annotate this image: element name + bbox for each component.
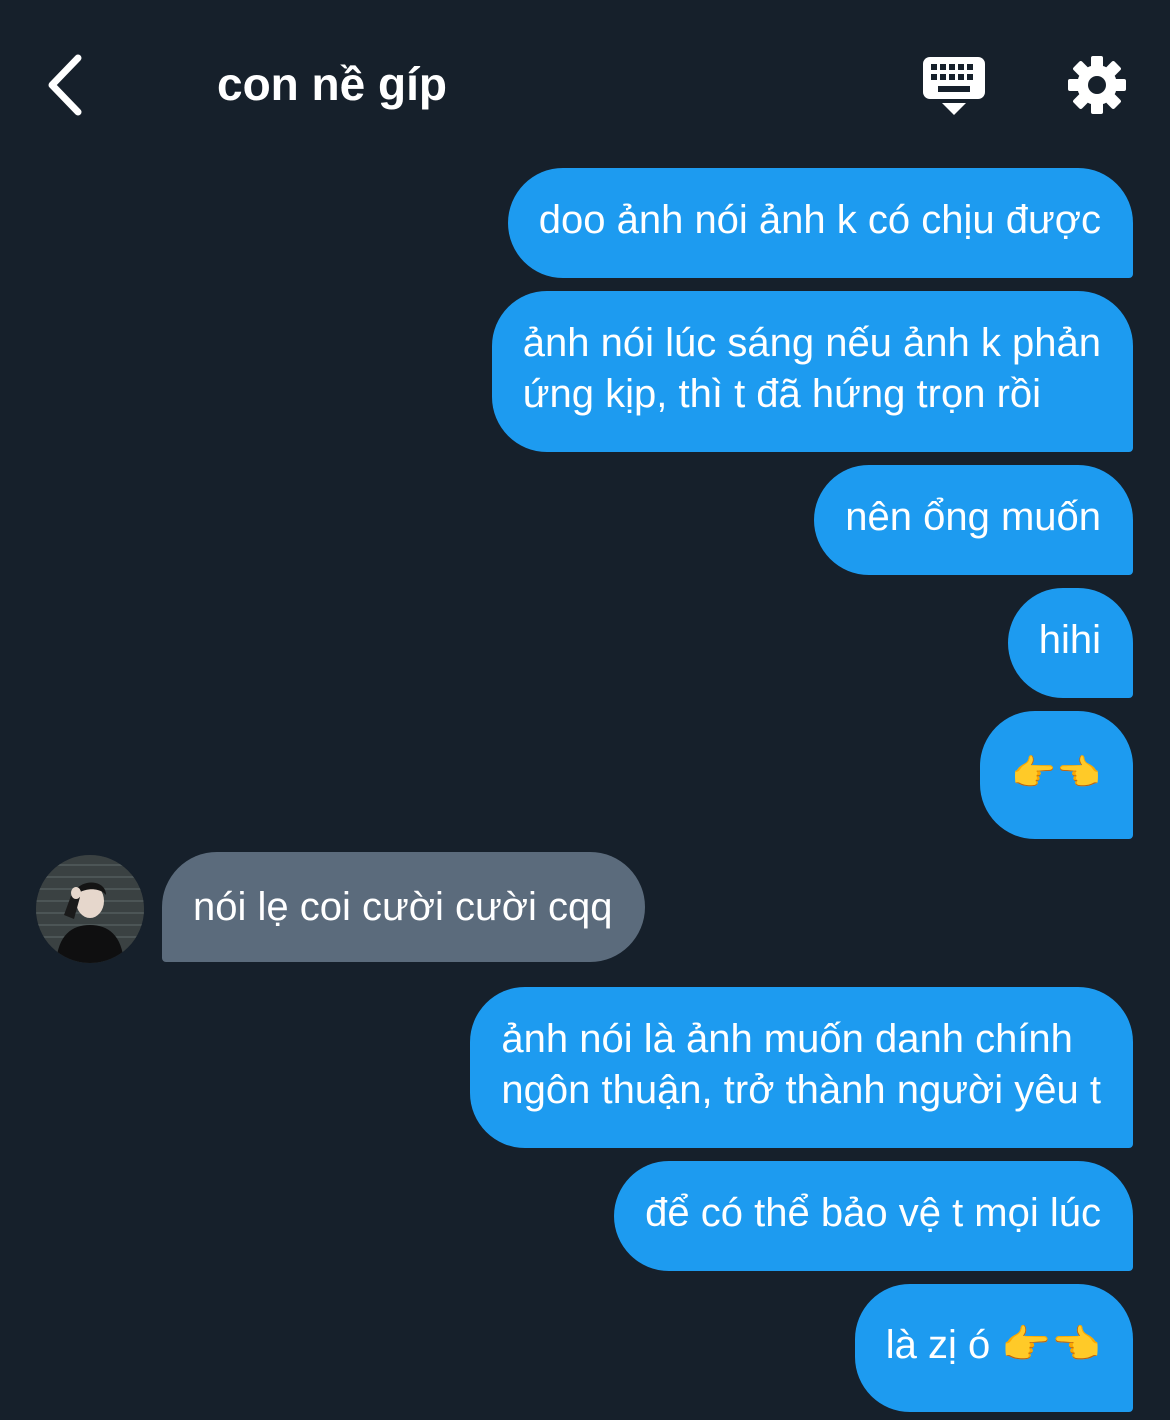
message-bubble-outgoing[interactable]: ảnh nói là ảnh muốn danh chính ngôn thuậ… xyxy=(470,987,1133,1148)
back-button[interactable] xyxy=(40,50,96,120)
message-bubble-outgoing[interactable]: ảnh nói lúc sáng nếu ảnh k phản ứng kịp,… xyxy=(491,291,1133,452)
avatar-photo xyxy=(36,855,144,963)
settings-button[interactable] xyxy=(1066,54,1128,116)
contact-avatar[interactable] xyxy=(36,855,144,963)
keyboard-button[interactable] xyxy=(920,55,988,117)
message-bubble-outgoing[interactable]: hihi xyxy=(1007,588,1133,698)
message-bubble-outgoing[interactable]: để có thể bảo vệ t mọi lúc xyxy=(614,1161,1133,1271)
message-bubble-incoming[interactable]: nói lẹ coi cười cười cqq xyxy=(162,852,645,962)
conversation-title: con nề gíp xyxy=(217,58,447,110)
message-bubble-outgoing[interactable]: doo ảnh nói ảnh k có chịu được xyxy=(507,168,1133,278)
keyboard-hide-icon xyxy=(923,57,985,115)
message-bubble-outgoing[interactable]: nên ổng muốn xyxy=(814,465,1133,575)
chat-screen: con nề gíp doo ảnh nói ảnh k có chịu đượ… xyxy=(0,0,1170,1420)
message-bubble-outgoing[interactable]: là zị ó 👉👈 xyxy=(854,1284,1133,1412)
chat-header: con nề gíp xyxy=(0,0,1170,160)
message-bubble-outgoing[interactable]: 👉👈 xyxy=(980,711,1133,839)
chevron-left-icon xyxy=(48,54,82,116)
gear-icon xyxy=(1068,56,1126,114)
